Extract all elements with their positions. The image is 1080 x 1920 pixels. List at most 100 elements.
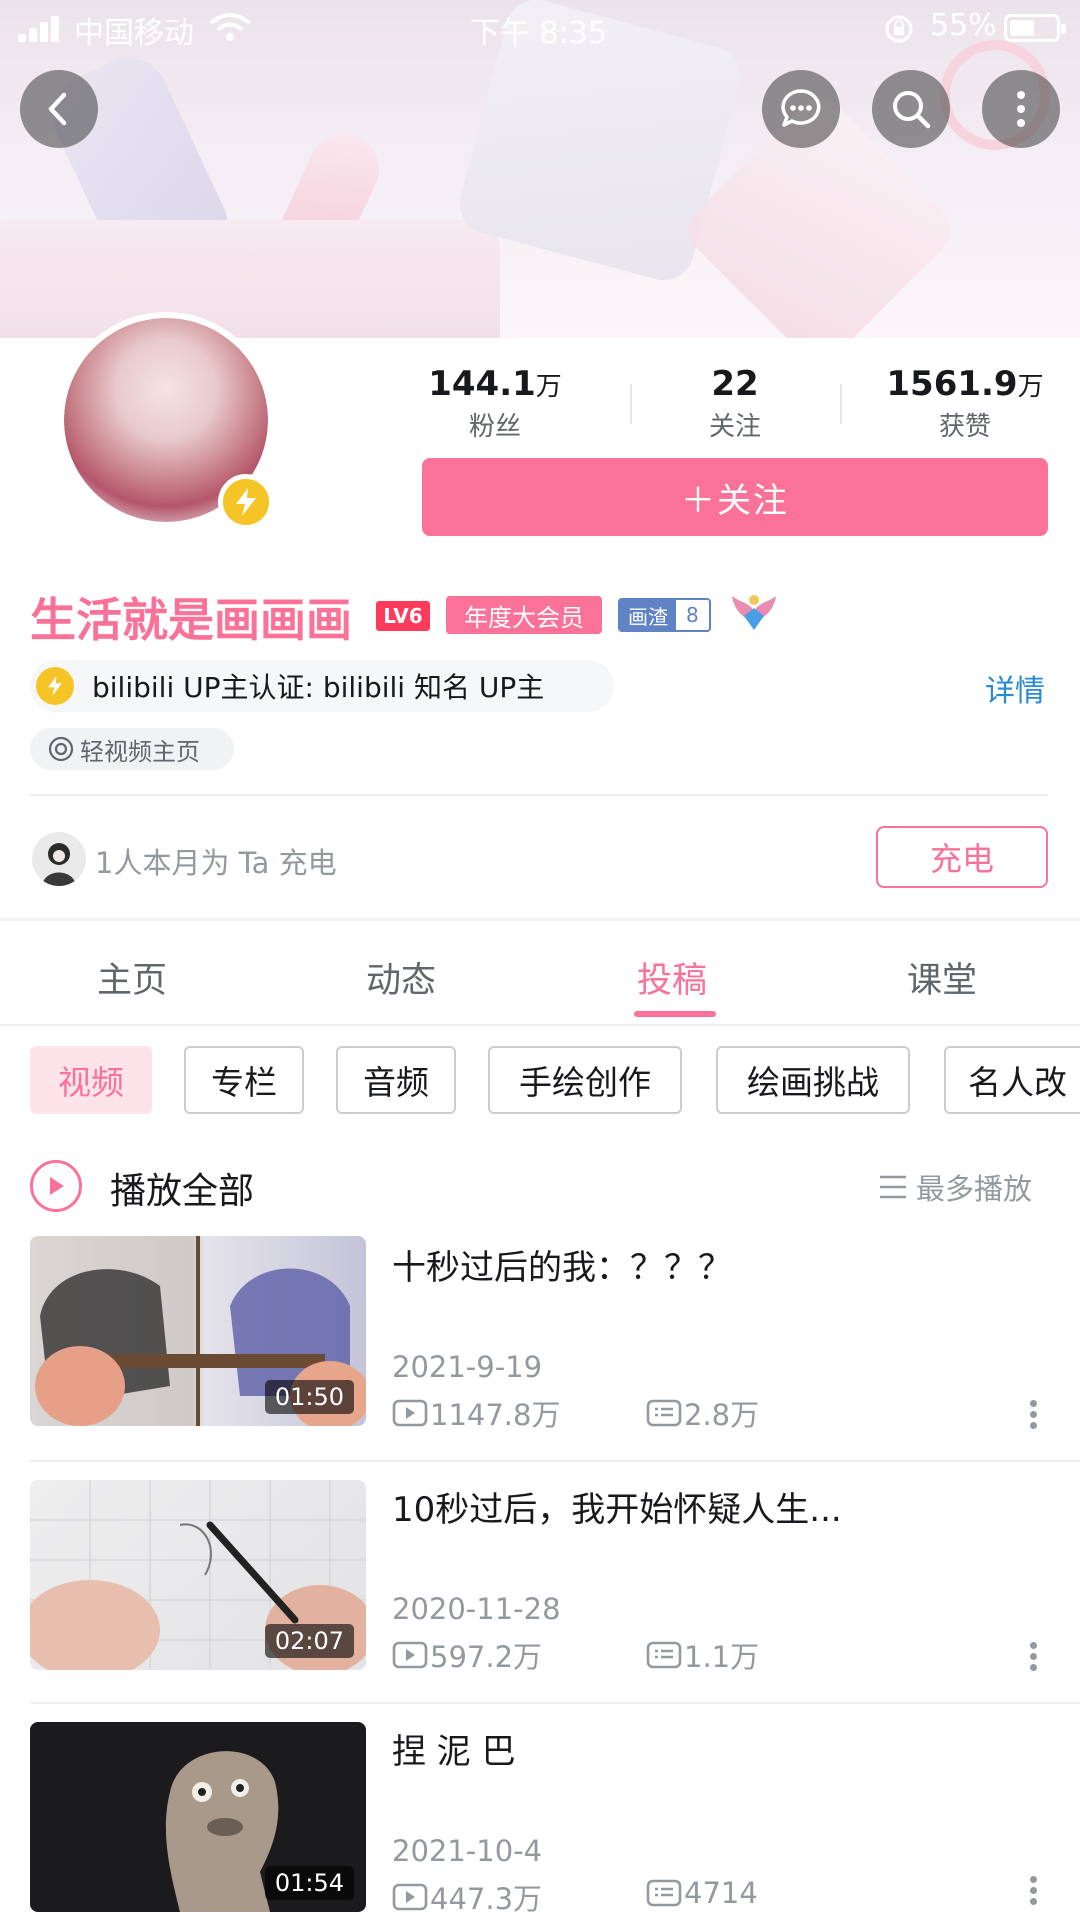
video-thumbnail[interactable]: 02:07: [30, 1480, 366, 1670]
danmaku-icon: [646, 1641, 682, 1669]
video-duration: 02:07: [264, 1624, 354, 1658]
play-icon: [50, 1177, 64, 1195]
more-options-icon[interactable]: [1030, 1396, 1040, 1433]
stat-label: 粉丝: [468, 412, 521, 442]
carrier-name: 中国移动: [74, 16, 194, 51]
wings-badge-icon[interactable]: [730, 590, 778, 636]
video-title[interactable]: 10秒过后，我开始怀疑人生...: [392, 1482, 842, 1531]
video-views: 447.3万: [392, 1876, 542, 1918]
signal-icon: [18, 16, 62, 42]
vip-badge[interactable]: 年度大会员: [446, 596, 602, 634]
more-icon: [1017, 91, 1025, 127]
stat-following[interactable]: 22 关注: [670, 364, 800, 443]
search-button[interactable]: [872, 70, 950, 148]
video-date: 2021-9-19: [392, 1350, 543, 1384]
battery-percent: 55%: [930, 8, 997, 43]
danmaku-count: 4714: [684, 1876, 758, 1910]
sort-button[interactable]: 最多播放: [878, 1166, 1032, 1208]
sort-list-icon: [880, 1175, 906, 1199]
rotation-lock-icon: [885, 15, 913, 43]
follow-button[interactable]: ＋关注: [422, 458, 1048, 536]
sort-label: 最多播放: [916, 1172, 1033, 1206]
video-danmaku: 4714: [646, 1876, 758, 1910]
video-views: 1147.8万: [392, 1392, 560, 1434]
video-danmaku: 2.8万: [646, 1392, 759, 1434]
chip-handdrawn[interactable]: 手绘创作: [488, 1046, 682, 1114]
video-title[interactable]: 十秒过后的我：？？？: [392, 1240, 732, 1289]
stat-divider: [630, 384, 632, 424]
stat-divider: [840, 384, 842, 424]
level-badge[interactable]: LV6: [376, 601, 430, 631]
chip-video[interactable]: 视频: [30, 1046, 152, 1114]
divider: [30, 1460, 1080, 1462]
stat-number: 22: [711, 364, 759, 404]
fan-medal[interactable]: 画渣 8: [618, 598, 711, 632]
more-button[interactable]: [982, 70, 1060, 148]
views-count: 1147.8万: [430, 1398, 561, 1432]
clock: 下午 8:35: [470, 16, 607, 51]
divider: [30, 794, 1048, 796]
more-options-icon[interactable]: [1030, 1872, 1040, 1909]
play-all-button[interactable]: [30, 1160, 82, 1212]
status-bar: 中国移动 下午 8:35 55%: [0, 0, 1080, 56]
stat-likes[interactable]: 1561.9万 获赞: [880, 364, 1050, 443]
video-thumbnail[interactable]: 01:50: [30, 1236, 366, 1426]
detail-link[interactable]: 详情: [985, 666, 1045, 710]
medal-level: 8: [676, 600, 709, 630]
stat-number: 144.1: [428, 364, 536, 404]
danmaku-icon: [646, 1879, 682, 1907]
stat-unit: 万: [535, 372, 562, 402]
chip-drawing-challenge[interactable]: 绘画挑战: [716, 1046, 910, 1114]
danmaku-count: 1.1万: [684, 1640, 760, 1674]
danmaku-icon: [646, 1399, 682, 1427]
divider: [30, 1702, 1080, 1704]
light-video-label: 轻视频主页: [80, 737, 200, 766]
lightning-icon: [36, 667, 74, 705]
charge-info: 1人本月为 Ta 充电: [95, 846, 337, 880]
play-count-icon: [392, 1883, 428, 1911]
danmaku-count: 2.8万: [684, 1398, 760, 1432]
tab-dynamic[interactable]: 动态: [366, 952, 436, 1003]
tab-submissions[interactable]: 投稿: [637, 952, 707, 1003]
stat-number: 1561.9: [886, 364, 1018, 404]
play-count-icon: [392, 1399, 428, 1427]
wifi-icon: [210, 13, 250, 41]
certification-text: bilibili UP主认证: bilibili 知名 UP主: [92, 671, 545, 704]
video-date: 2021-10-4: [392, 1834, 543, 1868]
stat-fans[interactable]: 144.1万 粉丝: [420, 364, 570, 443]
video-duration: 01:50: [264, 1380, 354, 1414]
tab-classroom[interactable]: 课堂: [907, 952, 977, 1003]
light-video-link[interactable]: 轻视频主页: [30, 728, 234, 770]
video-date: 2020-11-28: [392, 1592, 561, 1626]
charge-button[interactable]: 充电: [876, 826, 1048, 888]
stat-label: 关注: [708, 412, 761, 442]
chip-column[interactable]: 专栏: [184, 1046, 304, 1114]
message-icon: [781, 89, 821, 127]
lightning-icon: [236, 488, 256, 516]
chip-celebrity[interactable]: 名人改: [944, 1046, 1080, 1114]
username: 生活就是画画画: [30, 593, 352, 647]
video-thumbnail[interactable]: 01:54: [30, 1722, 366, 1912]
tab-home[interactable]: 主页: [97, 952, 167, 1003]
chip-audio[interactable]: 音频: [336, 1046, 456, 1114]
verified-badge: [218, 474, 274, 530]
play-all-label[interactable]: 播放全部: [110, 1162, 254, 1214]
play-count-icon: [392, 1641, 428, 1669]
views-count: 447.3万: [430, 1882, 543, 1916]
target-icon: [48, 736, 74, 762]
video-danmaku: 1.1万: [646, 1634, 759, 1676]
up-certification: bilibili UP主认证: bilibili 知名 UP主: [30, 660, 614, 712]
more-options-icon[interactable]: [1030, 1638, 1040, 1675]
charger-avatar[interactable]: [32, 832, 86, 886]
back-button[interactable]: [20, 70, 98, 148]
message-button[interactable]: [762, 70, 840, 148]
stat-unit: 万: [1017, 372, 1044, 402]
video-title[interactable]: 捏 泥 巴: [392, 1724, 516, 1773]
medal-name: 画渣: [620, 600, 676, 630]
video-duration: 01:54: [264, 1866, 354, 1900]
tab-indicator: [634, 1011, 716, 1017]
battery-icon: [1004, 14, 1066, 42]
views-count: 597.2万: [430, 1640, 543, 1674]
video-views: 597.2万: [392, 1634, 542, 1676]
search-icon: [893, 91, 931, 129]
